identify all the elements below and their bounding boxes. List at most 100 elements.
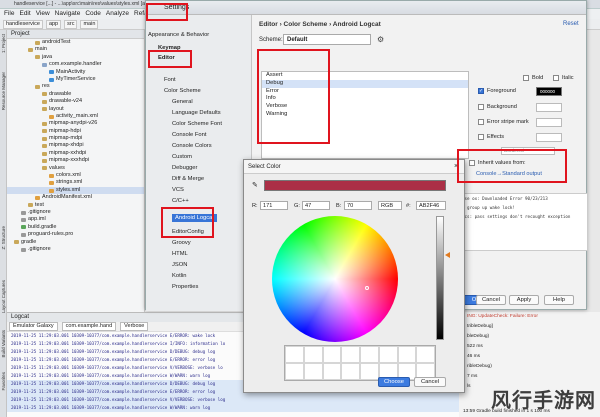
tool-window-tab[interactable]: Layout Captures (1, 280, 6, 313)
eyedropper-icon[interactable]: ✎ (252, 181, 258, 189)
tree-item[interactable]: colors.xml (7, 172, 144, 179)
device-select[interactable]: Emulator Galaxy (9, 322, 58, 331)
menu-item-analyze[interactable]: Analyze (106, 9, 129, 19)
tree-item[interactable]: java (7, 54, 144, 61)
tree-item[interactable]: mipmap-anydpi-v26 (7, 120, 144, 127)
settings-nav-item[interactable]: Custom (172, 154, 192, 160)
tree-item[interactable]: mipmap-mdpi (7, 135, 144, 142)
process-select[interactable]: com.example.hand (61, 322, 117, 331)
gear-icon[interactable]: ⚙ (377, 35, 387, 45)
tree-item[interactable]: drawable-v24 (7, 98, 144, 105)
error-stripe-swatch[interactable] (536, 118, 562, 127)
breadcrumb-item[interactable]: app (45, 19, 62, 29)
recent-color-cell[interactable] (303, 346, 323, 363)
recent-color-cell[interactable] (285, 346, 304, 363)
effects-color-swatch[interactable] (536, 133, 562, 142)
reset-link[interactable]: Reset (563, 21, 579, 27)
settings-nav-item[interactable]: General (172, 99, 193, 105)
tool-window-tab[interactable]: 1: Project (1, 34, 6, 53)
menu-item-code[interactable]: Code (85, 9, 101, 19)
tree-item[interactable]: build.gradle (7, 224, 144, 231)
foreground-checkbox[interactable]: ✓ (478, 88, 484, 94)
settings-nav-item[interactable]: Color Scheme (164, 88, 201, 94)
scheme-select[interactable]: Default (283, 34, 371, 45)
settings-nav-item[interactable]: Kotlin (172, 273, 187, 279)
error-stripe-checkbox[interactable] (478, 119, 484, 125)
settings-nav-item[interactable]: Properties (172, 284, 198, 290)
error-stripe-option[interactable]: Error stripe mark (478, 119, 529, 125)
tree-item[interactable]: layout (7, 106, 144, 113)
recent-color-cell[interactable] (360, 346, 379, 363)
tree-item[interactable]: proguard-rules.pro (7, 231, 144, 238)
tree-item[interactable]: drawable (7, 91, 144, 98)
recent-colors-grid[interactable] (284, 345, 436, 381)
settings-nav-item[interactable]: Font (164, 77, 176, 83)
tree-item[interactable]: com.example.handler (7, 61, 144, 68)
tree-item[interactable]: test (7, 202, 144, 209)
tree-item[interactable]: mipmap-xxhdpi (7, 150, 144, 157)
recent-color-cell[interactable] (397, 346, 417, 363)
recent-color-cell[interactable] (322, 363, 342, 380)
foreground-option[interactable]: ✓ Foreground (478, 88, 516, 94)
effects-checkbox[interactable] (478, 134, 484, 140)
effects-option[interactable]: Effects (478, 134, 504, 140)
tree-item[interactable]: MyTimerService (7, 76, 144, 83)
color-wheel-cursor[interactable] (365, 286, 369, 290)
project-tree[interactable]: androidTest main java com.example.handler Ma… (7, 39, 144, 253)
tree-item[interactable]: res (7, 83, 144, 90)
tree-item[interactable]: styles.xml (7, 186, 144, 195)
recent-color-cell[interactable] (341, 363, 360, 380)
tree-item[interactable]: app.iml (7, 216, 144, 223)
recent-color-cell[interactable] (360, 363, 379, 380)
breadcrumb-item[interactable]: src (64, 19, 78, 29)
breadcrumb-item[interactable]: handleservice (3, 19, 43, 29)
tree-item[interactable]: AndroidManifest.xml (7, 194, 144, 201)
bold-checkbox[interactable] (523, 75, 529, 81)
settings-nav-item[interactable]: Debugger (172, 165, 197, 171)
tool-window-tab[interactable]: Build Variants (1, 330, 6, 357)
cancel-button[interactable]: Cancel (476, 295, 506, 305)
tree-item[interactable]: .gitignore (7, 209, 144, 216)
log-line[interactable]: 2019-11-25 11:29:03.001 10309-10377/com.… (7, 404, 459, 412)
recent-color-cell[interactable] (341, 346, 360, 363)
brightness-slider-knob[interactable] (445, 252, 450, 258)
tree-item[interactable]: activity_main.xml (7, 113, 144, 120)
choose-button[interactable]: Choose (378, 377, 410, 387)
settings-nav-item[interactable]: Appearance & Behavior (148, 32, 209, 38)
settings-nav-item[interactable]: VCS (172, 187, 184, 193)
tree-item[interactable]: .gitignore (7, 246, 144, 253)
recent-color-cell[interactable] (285, 363, 304, 380)
settings-nav-item[interactable]: Groovy (172, 240, 191, 246)
color-mode-select[interactable]: RGB (378, 201, 402, 210)
recent-color-cell[interactable] (322, 346, 342, 363)
italic-checkbox[interactable] (553, 75, 559, 81)
settings-nav-item[interactable]: C/C++ (172, 198, 189, 204)
italic-option[interactable]: Italic (553, 75, 574, 81)
background-option[interactable]: Background (478, 104, 517, 110)
help-button[interactable]: Help (544, 295, 574, 305)
log-level-select[interactable]: Verbose (120, 322, 149, 331)
recent-color-cell[interactable] (378, 346, 398, 363)
tool-window-tab[interactable]: Favorites (1, 372, 6, 391)
background-checkbox[interactable] (478, 104, 484, 110)
foreground-color-swatch[interactable]: 000000 (536, 87, 562, 96)
tree-item[interactable]: mipmap-hdpi (7, 128, 144, 135)
bold-option[interactable]: Bold (523, 75, 543, 81)
apply-button[interactable]: Apply (509, 295, 539, 305)
log-line[interactable]: 2019-11-25 11:29:03.001 10309-10377/com.… (7, 396, 459, 404)
hex-field[interactable]: AB2F46 (416, 201, 446, 210)
tree-item[interactable]: mipmap-xxxhdpi (7, 157, 144, 164)
menu-item-navigate[interactable]: Navigate (55, 9, 81, 19)
tree-item[interactable]: main (7, 46, 144, 53)
color-wheel[interactable] (272, 216, 398, 342)
breadcrumb-item[interactable]: main (80, 19, 99, 29)
tool-window-tab[interactable]: Z: Structure (1, 226, 6, 250)
tool-window-tab[interactable]: Resource Manager (1, 72, 6, 110)
brightness-slider[interactable] (436, 216, 444, 340)
project-panel-header[interactable]: Project (7, 30, 144, 39)
recent-color-cell[interactable] (416, 346, 435, 363)
settings-nav-item[interactable]: Console Font (172, 132, 206, 138)
color-cancel-button[interactable]: Cancel (414, 377, 446, 387)
tree-item[interactable]: mipmap-xhdpi (7, 142, 144, 149)
settings-nav-item[interactable]: Console Colors (172, 143, 212, 149)
